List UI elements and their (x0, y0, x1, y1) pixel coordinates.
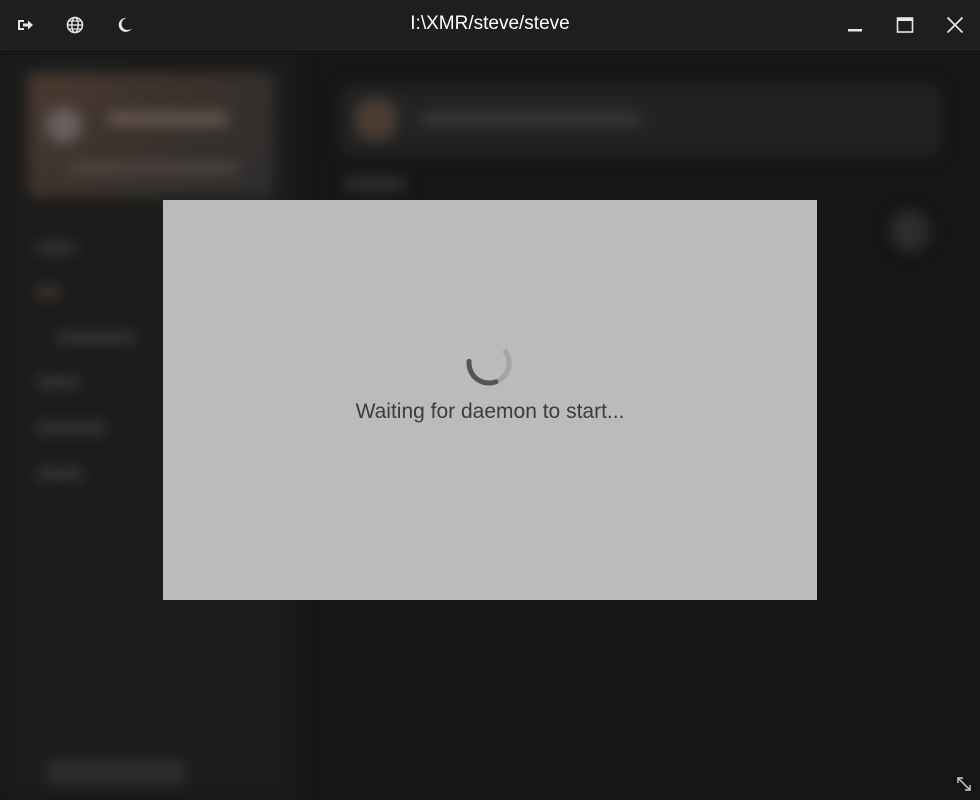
main-header-placeholder (340, 85, 940, 155)
loading-message: Waiting for daemon to start... (355, 400, 625, 423)
maximize-icon[interactable] (893, 13, 917, 37)
title-bar: I:\XMR/steve/steve (0, 0, 980, 50)
account-card-placeholder (28, 73, 274, 197)
close-icon[interactable] (943, 13, 967, 37)
resize-icon[interactable] (956, 776, 972, 792)
window-title: I:\XMR/steve/steve (410, 13, 570, 34)
loading-spinner-icon (466, 340, 512, 386)
minimize-icon[interactable] (843, 13, 867, 37)
daemon-loading-modal: Waiting for daemon to start... (163, 200, 817, 600)
